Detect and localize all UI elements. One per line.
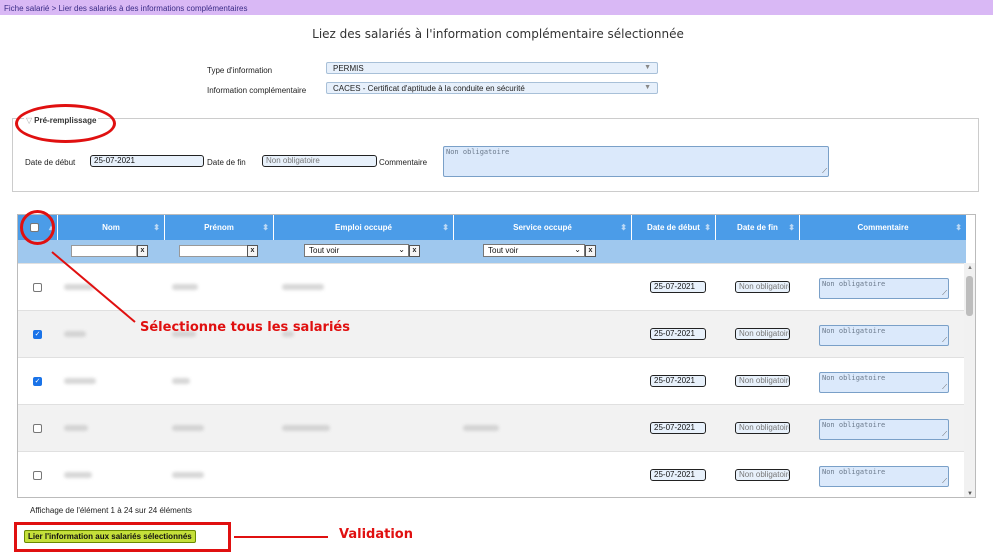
annotation-arrow-select-all xyxy=(51,251,136,323)
annotation-validation: Validation xyxy=(339,527,413,542)
annotation-arrows xyxy=(51,251,328,538)
annotation-select-all: Sélectionne tous les salariés xyxy=(140,320,350,335)
annotation-rect-validation xyxy=(14,522,231,552)
